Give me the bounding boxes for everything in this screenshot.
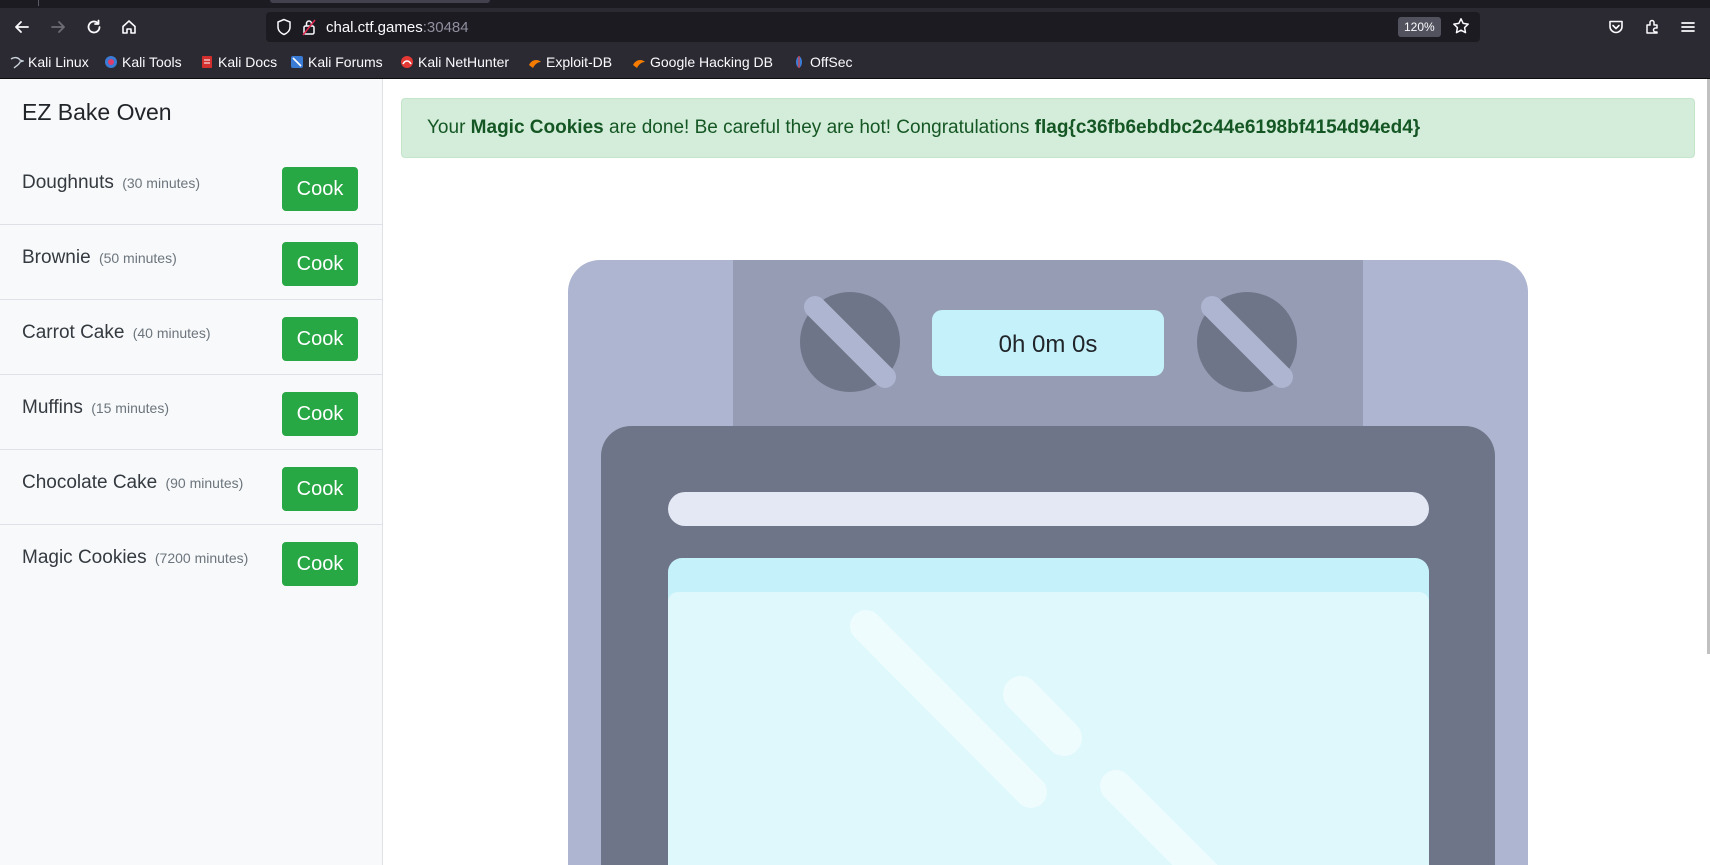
oven-illustration: 0h 0m 0s [568,260,1528,865]
left-knob-icon [800,292,900,392]
right-knob-icon [1197,292,1297,392]
offsec-icon [792,55,806,69]
bookmark-offsec[interactable]: OffSec [792,52,853,72]
ghdb-icon [632,55,646,69]
hamburger-menu-icon[interactable] [1674,13,1702,41]
item-cook-time: (50 minutes) [98,250,177,266]
bookmark-label: Kali Forums [308,54,383,70]
bookmark-label: Kali NetHunter [418,54,510,70]
cook-button-muffins[interactable]: Cook [282,392,358,436]
oven-door-handle[interactable] [668,492,1429,526]
bookmark-label: Exploit-DB [546,54,613,70]
tracking-protection-shield-icon[interactable] [276,18,292,41]
cook-button-doughnuts[interactable]: Cook [282,167,358,211]
bookmark-label: OffSec [810,54,853,70]
kali-forums-icon [290,55,304,69]
menu-item-doughnuts: Doughnuts (30 minutes) Cook [0,150,382,225]
item-name: Brownie [22,247,91,268]
bookmark-kali-nethunter[interactable]: Kali NetHunter [400,52,509,72]
tab-strip [0,0,1710,8]
extensions-icon[interactable] [1638,13,1666,41]
bookmark-kali-tools[interactable]: Kali Tools [104,52,182,72]
nethunter-icon [400,55,414,69]
alert-item-name: Magic Cookies [470,117,604,138]
url-text[interactable]: chal.ctf.games:30484 [326,19,469,36]
bookmarks-toolbar: Kali Linux Kali Tools Kali Docs Kali For… [0,46,1710,79]
recipe-sidebar: EZ Bake Oven Doughnuts (30 minutes) Cook… [0,79,383,865]
alert-flag: flag{c36fb6ebdbc2c44e6198bf4154d94ed4} [1034,117,1421,138]
item-name: Doughnuts [22,172,114,193]
item-name: Chocolate Cake [22,472,158,493]
bookmark-kali-linux[interactable]: Kali Linux [10,52,89,72]
kali-docs-icon [200,55,214,69]
url-port: :30484 [422,19,469,36]
item-name: Magic Cookies [22,547,147,568]
active-tab[interactable] [270,0,490,3]
address-bar[interactable]: chal.ctf.games:30484 120% [266,12,1480,42]
item-name: Muffins [22,397,83,418]
navigation-toolbar: chal.ctf.games:30484 120% [0,8,1710,46]
menu-item-brownie: Brownie (50 minutes) Cook [0,225,382,300]
item-cook-time: (90 minutes) [165,475,244,491]
alert-message: are done! Be careful they are hot! Congr… [603,117,1035,138]
bookmark-kali-docs[interactable]: Kali Docs [200,52,277,72]
app-title: EZ Bake Oven [22,99,172,125]
exploit-db-icon [528,55,542,69]
web-page: EZ Bake Oven Doughnuts (30 minutes) Cook… [0,79,1710,865]
bookmark-label: Kali Docs [218,54,278,70]
main-content: Your Magic Cookies are done! Be careful … [383,79,1710,865]
menu-item-chocolate-cake: Chocolate Cake (90 minutes) Cook [0,450,382,525]
bookmark-label: Kali Linux [28,54,89,70]
back-icon[interactable] [8,13,36,41]
pocket-icon[interactable] [1602,13,1630,41]
menu-item-magic-cookies: Magic Cookies (7200 minutes) Cook [0,525,382,600]
bookmark-google-hacking-db[interactable]: Google Hacking DB [632,52,773,72]
item-cook-time: (7200 minutes) [154,550,249,566]
kali-dragon-icon [10,55,26,69]
tab-separator [38,0,39,6]
alert-prefix: Your [427,117,471,138]
bookmark-exploit-db[interactable]: Exploit-DB [528,52,612,72]
item-cook-time: (30 minutes) [122,175,200,191]
bookmark-label: Kali Tools [122,54,182,70]
cook-button-carrot-cake[interactable]: Cook [282,317,358,361]
item-cook-time: (40 minutes) [132,325,211,341]
item-name: Carrot Cake [22,322,125,343]
bookmark-label: Google Hacking DB [650,54,773,70]
bookmark-star-icon[interactable] [1452,17,1470,40]
item-cook-time: (15 minutes) [91,400,169,416]
timer-text: 0h 0m 0s [999,331,1098,358]
kali-tools-icon [104,55,118,69]
cook-button-magic-cookies[interactable]: Cook [282,542,358,586]
cook-button-brownie[interactable]: Cook [282,242,358,286]
reload-icon[interactable] [80,13,108,41]
success-alert: Your Magic Cookies are done! Be careful … [401,98,1695,158]
menu-item-carrot-cake: Carrot Cake (40 minutes) Cook [0,300,382,375]
menu-item-muffins: Muffins (15 minutes) Cook [0,375,382,450]
cook-button-chocolate-cake[interactable]: Cook [282,467,358,511]
site-info-lock-icon[interactable] [302,18,316,41]
zoom-level-badge[interactable]: 120% [1398,17,1441,37]
home-icon[interactable] [115,13,143,41]
bookmark-kali-forums[interactable]: Kali Forums [290,52,383,72]
forward-icon[interactable] [44,13,72,41]
url-host: chal.ctf.games [326,19,423,36]
